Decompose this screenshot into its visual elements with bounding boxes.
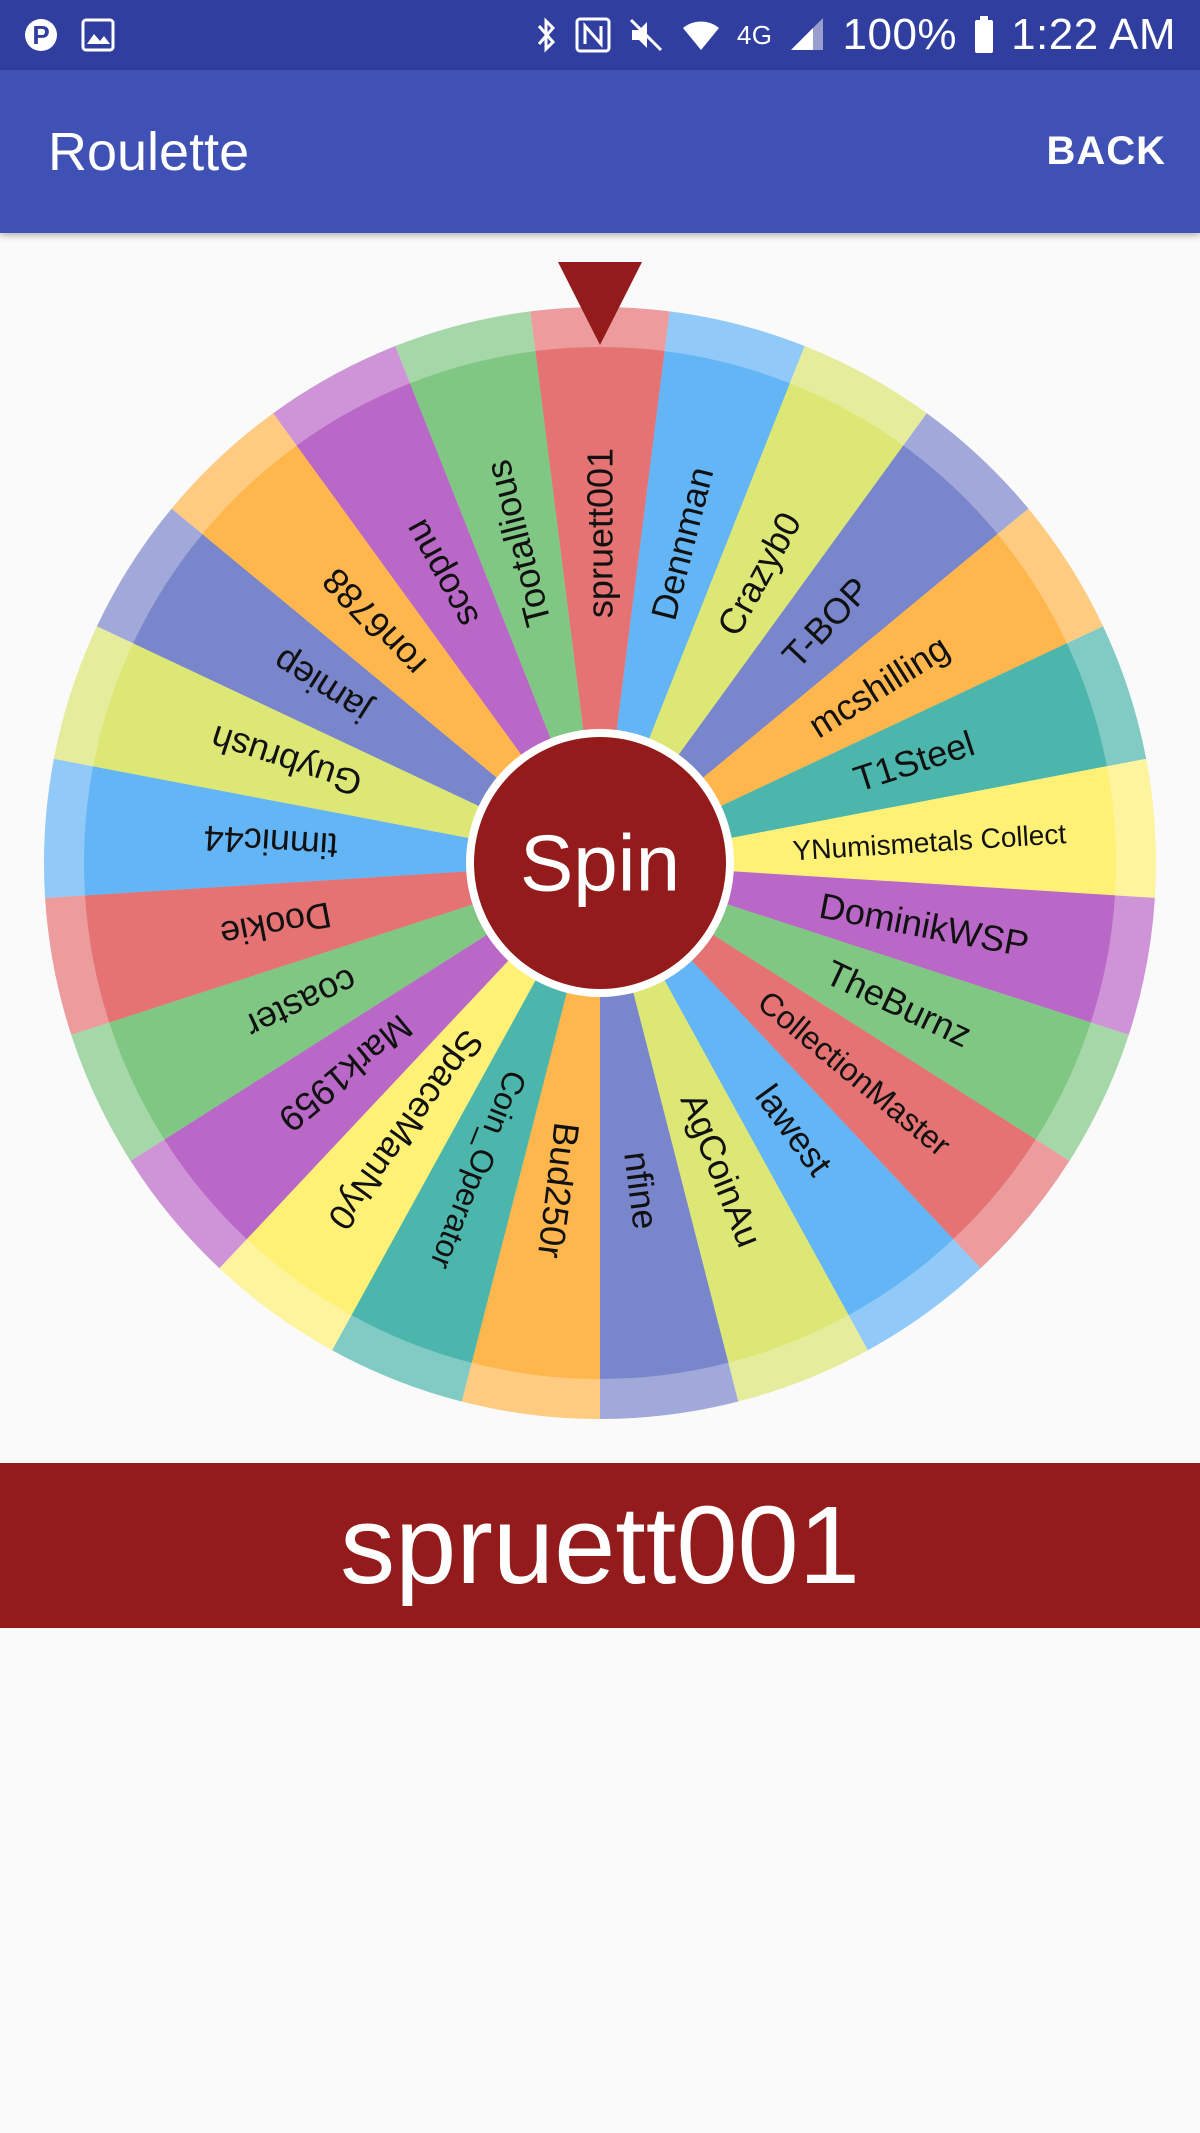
winner-banner: spruett001 bbox=[0, 1463, 1200, 1628]
svg-text:P: P bbox=[32, 20, 49, 50]
image-icon bbox=[80, 17, 116, 53]
wheel-segment-label: spruett001 bbox=[580, 448, 621, 618]
nfc-icon bbox=[575, 16, 611, 54]
signal-icon bbox=[789, 16, 827, 54]
spin-button-label[interactable]: Spin bbox=[520, 819, 680, 908]
bluetooth-icon bbox=[535, 16, 559, 54]
wifi-icon bbox=[681, 16, 721, 54]
winner-name: spruett001 bbox=[340, 1484, 860, 1607]
battery-icon bbox=[973, 15, 995, 55]
roulette-wheel: spruett001 Dennman Crazyb0 T-BOP mcshilling T… bbox=[0, 233, 1200, 1433]
page-title: Roulette bbox=[48, 121, 250, 182]
pinterest-icon: P bbox=[22, 16, 60, 54]
network-type: 4G bbox=[736, 19, 773, 50]
battery-level: 100% bbox=[842, 10, 958, 59]
app-bar: Roulette BACK bbox=[0, 70, 1200, 233]
mute-icon bbox=[627, 16, 665, 54]
clock: 1:22 AM bbox=[1011, 10, 1176, 59]
status-bar: P 4G 100% 1:22 AM bbox=[0, 0, 1200, 70]
back-button[interactable]: BACK bbox=[1046, 129, 1166, 174]
wheel-segment-label: timnic44 bbox=[202, 818, 338, 867]
